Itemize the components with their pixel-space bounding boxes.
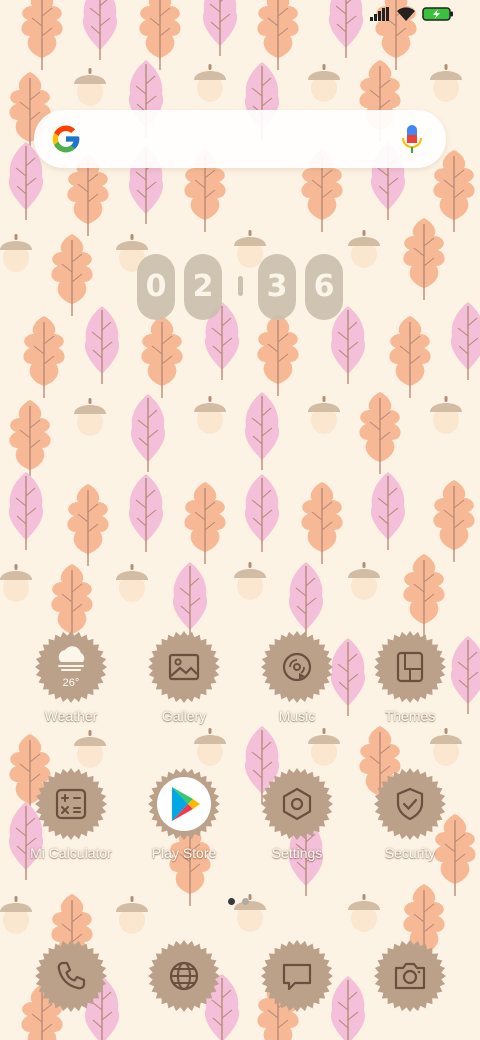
app-label: Settings	[271, 845, 323, 861]
page-dot-active[interactable]	[228, 898, 235, 905]
calculator-icon	[55, 788, 87, 820]
google-search-bar[interactable]	[34, 110, 446, 168]
themes-icon	[396, 651, 424, 683]
clock-hour-tens: 0	[137, 254, 175, 320]
app-label: Security	[384, 845, 436, 861]
browser-globe-icon	[169, 961, 199, 991]
clock-colon	[238, 276, 243, 296]
image-icon	[168, 653, 200, 681]
cloud-icon	[58, 646, 85, 671]
app-label: Play Store	[151, 845, 217, 861]
app-badge	[373, 630, 447, 704]
app-label: Music	[278, 708, 316, 724]
weather-temp: 26°	[62, 677, 80, 689]
battery-charging-icon	[422, 7, 453, 21]
app-themes[interactable]: Themes	[354, 630, 466, 724]
app-badge: 26°	[34, 630, 108, 704]
app-badge	[260, 939, 334, 1013]
app-label: Mi Calculator	[30, 845, 112, 861]
app-badge	[147, 630, 221, 704]
phone-icon	[57, 961, 86, 990]
dock-browser[interactable]	[128, 939, 240, 1013]
dock-camera[interactable]	[354, 939, 466, 1013]
shield-check-icon	[396, 787, 424, 821]
app-label: Themes	[384, 708, 436, 724]
clock-widget[interactable]: 0 2 3 6	[137, 254, 343, 320]
app-settings[interactable]: Settings	[241, 767, 353, 861]
clock-hour-ones: 2	[184, 254, 222, 320]
app-label: Gallery	[161, 708, 207, 724]
clock-minute-ones: 6	[305, 254, 343, 320]
wifi-icon	[397, 7, 415, 21]
status-bar	[370, 6, 454, 22]
dock-messages[interactable]	[241, 939, 353, 1013]
app-badge	[260, 630, 334, 704]
app-badge	[147, 939, 221, 1013]
signal-icon	[370, 7, 389, 21]
app-music[interactable]: Music	[241, 630, 353, 724]
page-indicator	[228, 898, 252, 906]
clock-minute-tens: 3	[258, 254, 296, 320]
app-weather[interactable]: 26° Weather	[15, 630, 127, 724]
app-label: Weather	[44, 708, 98, 724]
app-badge	[34, 939, 108, 1013]
app-play-store[interactable]: Play Store	[128, 767, 240, 861]
camera-icon	[394, 962, 426, 990]
messages-icon	[282, 963, 312, 991]
app-security[interactable]: Security	[354, 767, 466, 861]
dock-phone[interactable]	[15, 939, 127, 1013]
page-dot[interactable]	[242, 898, 249, 905]
hexagon-settings-icon	[282, 787, 312, 821]
music-disc-icon	[282, 652, 312, 682]
google-g-icon	[52, 125, 80, 153]
app-badge	[373, 767, 447, 841]
mic-icon[interactable]	[400, 124, 424, 154]
app-badge	[34, 767, 108, 841]
app-badge	[147, 767, 221, 841]
app-badge	[260, 767, 334, 841]
app-mi-calculator[interactable]: Mi Calculator	[15, 767, 127, 861]
play-store-icon	[172, 787, 200, 821]
app-gallery[interactable]: Gallery	[128, 630, 240, 724]
app-badge	[373, 939, 447, 1013]
